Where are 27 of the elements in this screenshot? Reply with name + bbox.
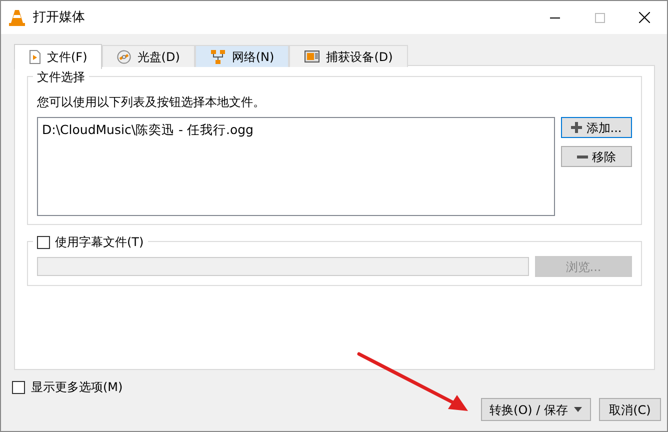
checkbox-label: 使用字幕文件(T) xyxy=(55,234,144,251)
document-icon xyxy=(29,50,41,64)
close-button[interactable] xyxy=(639,12,650,23)
tab[interactable]: 光盘(D) xyxy=(102,45,195,67)
network-icon xyxy=(210,50,226,64)
minus-icon xyxy=(577,154,588,158)
plus-icon xyxy=(571,122,582,133)
checkbox[interactable] xyxy=(12,380,25,394)
remove-button[interactable]: 移除 xyxy=(561,146,632,167)
group-title: 文件选择 xyxy=(37,69,85,86)
tab[interactable]: 捕获设备(D) xyxy=(289,45,408,67)
traffic-cone-icon xyxy=(9,9,25,26)
hint-text: 您可以使用以下列表及按钮选择本地文件。 xyxy=(37,94,266,111)
tab[interactable]: 网络(N) xyxy=(194,45,290,67)
window-title: 打开媒体 xyxy=(33,8,85,27)
checkbox-label: 显示更多选项(M) xyxy=(31,379,123,396)
capture-card-icon xyxy=(304,50,320,64)
checkbox[interactable] xyxy=(37,236,50,248)
cancel-button[interactable]: 取消(C) xyxy=(599,398,661,421)
file-path[interactable]: D:\CloudMusic\陈奕迅 - 任我行.ogg xyxy=(42,121,550,140)
caret-icon xyxy=(574,407,582,412)
file-list[interactable]: D:\CloudMusic\陈奕迅 - 任我行.ogg xyxy=(37,117,555,216)
convert-save-button[interactable]: 转换(O) / 保存 xyxy=(480,398,591,421)
subtitle-path-field[interactable] xyxy=(37,257,529,276)
tab[interactable]: 文件(F) xyxy=(14,44,102,69)
add-button[interactable]: 添加... xyxy=(561,117,632,138)
disc-icon xyxy=(117,50,132,64)
